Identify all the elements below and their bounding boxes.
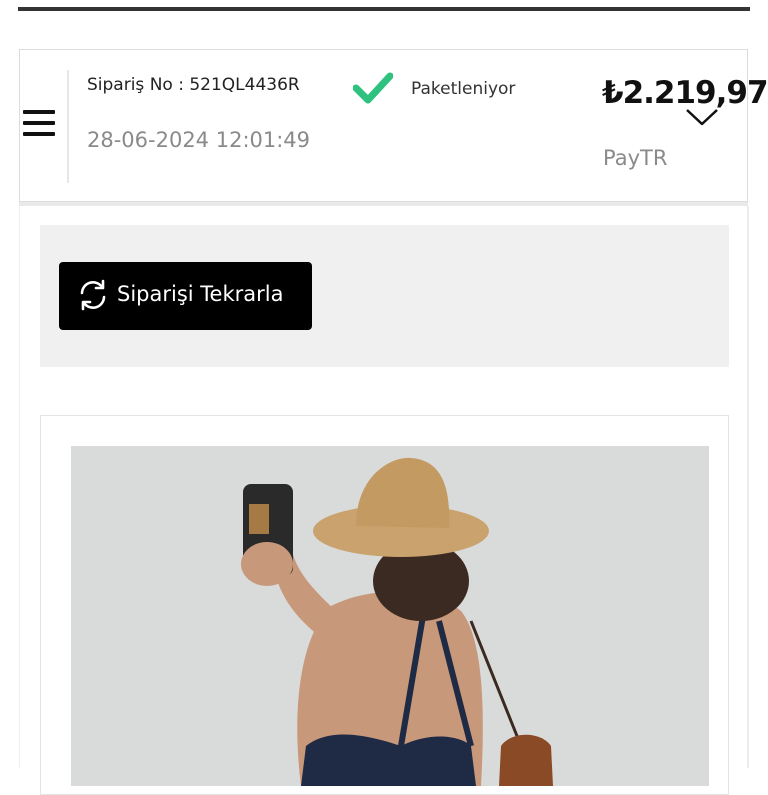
product-card[interactable] <box>40 415 729 795</box>
order-price-amount: ₺2.219,97 <box>602 75 768 111</box>
card-shadow <box>19 202 748 206</box>
content-border-right <box>747 206 749 768</box>
product-photo <box>71 446 709 786</box>
card-divider <box>67 70 69 183</box>
order-price[interactable]: ₺2.219,97 <box>602 75 768 127</box>
order-date: 28-06-2024 12:01:49 <box>87 128 311 152</box>
top-divider <box>18 7 750 11</box>
checkmark-icon <box>353 72 393 104</box>
payment-method: PayTR <box>603 146 668 170</box>
reorder-button-label: Siparişi Tekrarla <box>117 282 284 306</box>
chevron-down-icon[interactable] <box>684 107 720 127</box>
refresh-icon <box>80 279 106 311</box>
reorder-panel: Siparişi Tekrarla <box>40 225 729 367</box>
product-image[interactable] <box>71 446 709 786</box>
order-summary-card[interactable]: Sipariş No : 521QL4436R 28-06-2024 12:01… <box>19 49 768 202</box>
content-border-left <box>19 206 20 768</box>
reorder-button[interactable]: Siparişi Tekrarla <box>59 262 312 330</box>
order-status: Paketleniyor <box>411 79 516 99</box>
order-number: Sipariş No : 521QL4436R <box>87 75 300 95</box>
hamburger-menu-icon[interactable] <box>23 110 55 142</box>
